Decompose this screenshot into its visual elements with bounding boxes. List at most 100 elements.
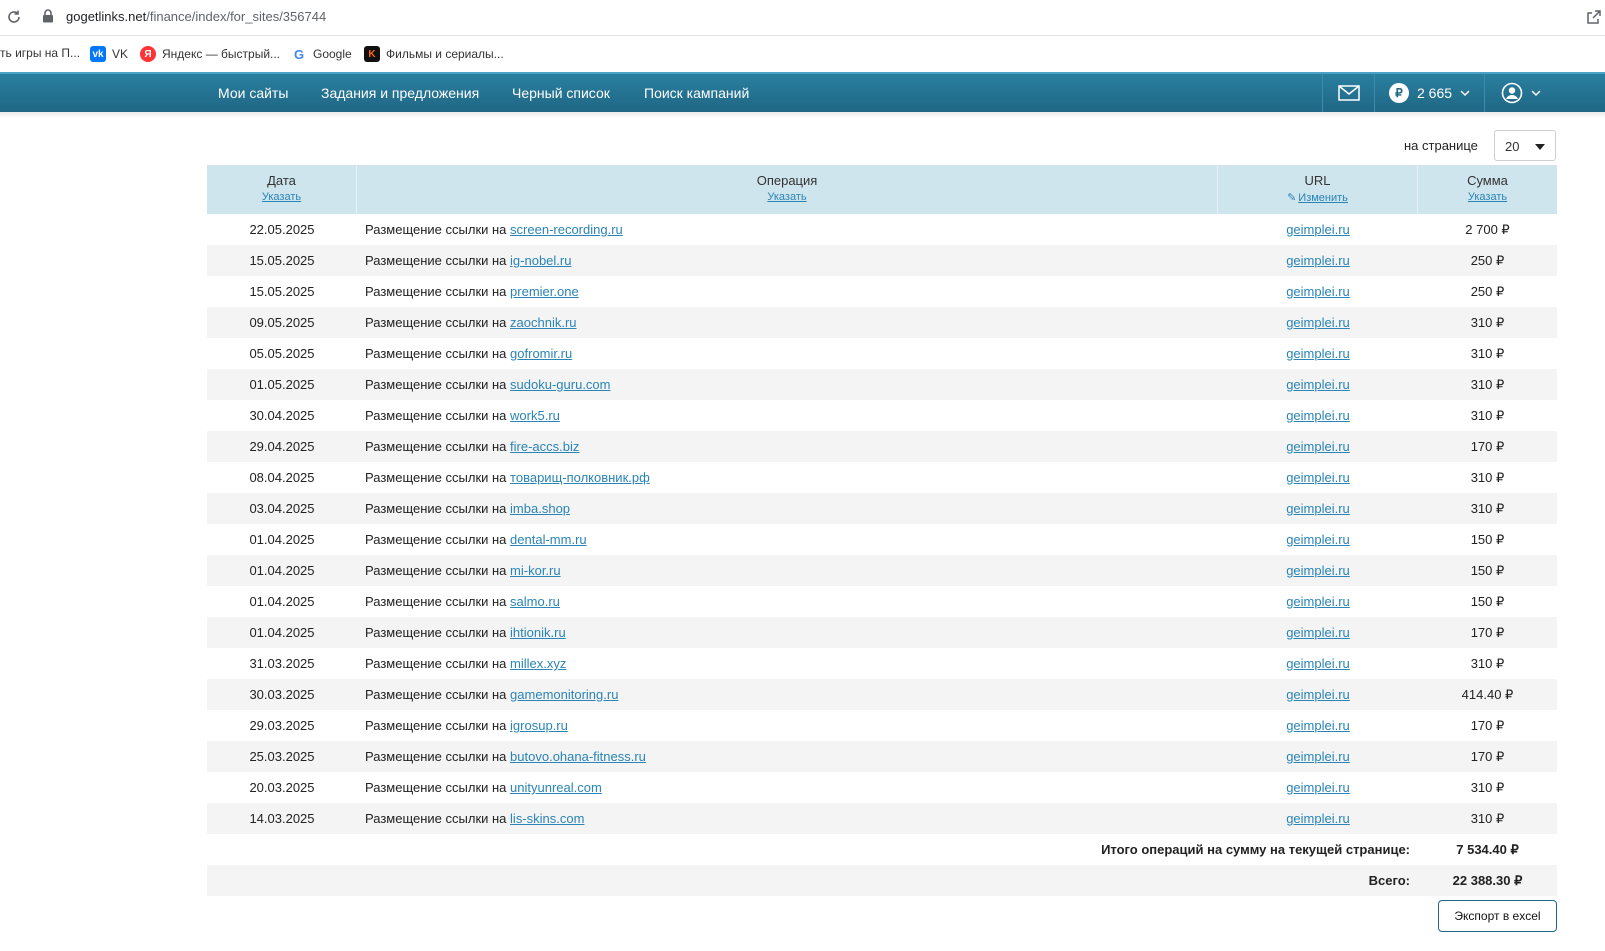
row-date: 15.05.2025 — [249, 253, 315, 268]
table-row: 05.05.2025 Размещение ссылки на gofromir… — [207, 338, 1557, 369]
row-date: 15.05.2025 — [249, 284, 315, 299]
row-operation: Размещение ссылки на butovo.ohana-fitnes… — [357, 749, 1218, 764]
bookmark-google[interactable]: G Google — [291, 46, 352, 62]
url-link[interactable]: geimplei.ru — [1286, 718, 1350, 733]
url-link[interactable]: geimplei.ru — [1286, 253, 1350, 268]
date-filter-link[interactable]: Указать — [207, 191, 356, 203]
url-link[interactable]: geimplei.ru — [1286, 563, 1350, 578]
url-link[interactable]: geimplei.ru — [1286, 532, 1350, 547]
bookmark-yandex[interactable]: Я Яндекс — быстрый... — [140, 46, 280, 62]
header-url-label: URL — [1304, 173, 1331, 188]
row-operation: Размещение ссылки на dental-mm.ru — [357, 532, 1218, 547]
site-link[interactable]: unityunreal.com — [510, 780, 602, 795]
row-url: geimplei.ru — [1218, 749, 1418, 764]
row-sum: 310 ₽ — [1470, 655, 1505, 671]
row-url: geimplei.ru — [1218, 408, 1418, 423]
url-link[interactable]: geimplei.ru — [1286, 408, 1350, 423]
table-row: 25.03.2025 Размещение ссылки на butovo.o… — [207, 741, 1557, 772]
export-excel-button[interactable]: Экспорт в excel — [1438, 900, 1557, 932]
table-row: 01.04.2025 Размещение ссылки на mi-kor.r… — [207, 555, 1557, 586]
table-row: 30.03.2025 Размещение ссылки на gamemoni… — [207, 679, 1557, 710]
operation-text: Размещение ссылки на — [365, 656, 507, 671]
url-link[interactable]: geimplei.ru — [1286, 687, 1350, 702]
site-link[interactable]: товарищ-полковник.рф — [510, 470, 650, 485]
yandex-icon: Я — [140, 46, 156, 62]
url-link[interactable]: geimplei.ru — [1286, 749, 1350, 764]
nav-tasks-offers[interactable]: Задания и предложения — [321, 85, 479, 101]
site-link[interactable]: dental-mm.ru — [510, 532, 587, 547]
messages-button[interactable] — [1322, 74, 1374, 112]
row-operation: Размещение ссылки на gofromir.ru — [357, 346, 1218, 361]
ruble-icon: ₽ — [1389, 83, 1409, 103]
nav-my-sites[interactable]: Мои сайты — [218, 85, 288, 101]
site-link[interactable]: gofromir.ru — [510, 346, 572, 361]
open-external-icon[interactable] — [1586, 9, 1602, 25]
sum-filter-link[interactable]: Указать — [1418, 191, 1557, 203]
site-link[interactable]: premier.one — [510, 284, 579, 299]
user-menu[interactable] — [1484, 74, 1605, 112]
finance-table: Дата Указать Операция Указать URL ✎ Измен… — [207, 165, 1557, 896]
site-link[interactable]: fire-accs.biz — [510, 439, 579, 454]
header-sum: Сумма Указать — [1418, 165, 1557, 214]
row-operation: Размещение ссылки на imba.shop — [357, 501, 1218, 516]
site-link[interactable]: igrosup.ru — [510, 718, 568, 733]
mail-icon — [1337, 85, 1360, 101]
url-link[interactable]: geimplei.ru — [1286, 811, 1350, 826]
site-link[interactable]: sudoku-guru.com — [510, 377, 610, 392]
operation-filter-link[interactable]: Указать — [357, 191, 1217, 203]
table-row: 29.04.2025 Размещение ссылки на fire-acc… — [207, 431, 1557, 462]
row-url: geimplei.ru — [1218, 656, 1418, 671]
url-link[interactable]: geimplei.ru — [1286, 501, 1350, 516]
site-link[interactable]: millex.xyz — [510, 656, 566, 671]
url-link[interactable]: geimplei.ru — [1286, 780, 1350, 795]
row-date: 01.05.2025 — [249, 377, 315, 392]
site-link[interactable]: gamemonitoring.ru — [510, 687, 618, 702]
site-link[interactable]: salmo.ru — [510, 594, 560, 609]
url-change-link[interactable]: ✎ Изменить — [1218, 191, 1417, 204]
table-row: 01.04.2025 Размещение ссылки на ihtionik… — [207, 617, 1557, 648]
vk-icon: vk — [90, 46, 106, 62]
url-link[interactable]: geimplei.ru — [1286, 346, 1350, 361]
table-row: 09.05.2025 Размещение ссылки на zaochnik… — [207, 307, 1557, 338]
url-link[interactable]: geimplei.ru — [1286, 222, 1350, 237]
site-link[interactable]: work5.ru — [510, 408, 560, 423]
operation-text: Размещение ссылки на — [365, 222, 507, 237]
nav-campaign-search[interactable]: Поиск кампаний — [644, 85, 749, 101]
operation-text: Размещение ссылки на — [365, 563, 507, 578]
page-total-label: Итого операций на сумму на текущей стран… — [1101, 842, 1410, 857]
site-link[interactable]: ig-nobel.ru — [510, 253, 571, 268]
reload-icon[interactable] — [6, 9, 22, 25]
per-page-select[interactable]: 20 — [1494, 130, 1556, 161]
bookmarks-bar: ть игры на П... vk VK Я Яндекс — быстрый… — [0, 36, 1605, 70]
url-link[interactable]: geimplei.ru — [1286, 625, 1350, 640]
site-link[interactable]: screen-recording.ru — [510, 222, 623, 237]
site-link[interactable]: imba.shop — [510, 501, 570, 516]
balance-dropdown[interactable]: ₽ 2 665 — [1374, 74, 1484, 112]
bookmark-vk[interactable]: vk VK — [90, 46, 128, 62]
row-date: 30.03.2025 — [249, 687, 315, 702]
bookmark-game[interactable]: ть игры на П... — [0, 46, 80, 60]
url-link[interactable]: geimplei.ru — [1286, 284, 1350, 299]
url-link[interactable]: geimplei.ru — [1286, 594, 1350, 609]
row-url: geimplei.ru — [1218, 253, 1418, 268]
site-link[interactable]: butovo.ohana-fitness.ru — [510, 749, 646, 764]
site-link[interactable]: mi-kor.ru — [510, 563, 561, 578]
url-link[interactable]: geimplei.ru — [1286, 470, 1350, 485]
url-link[interactable]: geimplei.ru — [1286, 439, 1350, 454]
row-url: geimplei.ru — [1218, 222, 1418, 237]
lock-icon[interactable] — [42, 9, 54, 23]
operation-text: Размещение ссылки на — [365, 501, 507, 516]
site-link[interactable]: zaochnik.ru — [510, 315, 576, 330]
url-link[interactable]: geimplei.ru — [1286, 377, 1350, 392]
url-link[interactable]: geimplei.ru — [1286, 656, 1350, 671]
row-operation: Размещение ссылки на screen-recording.ru — [357, 222, 1218, 237]
site-link[interactable]: lis-skins.com — [510, 811, 584, 826]
url-link[interactable]: geimplei.ru — [1286, 315, 1350, 330]
nav-blacklist[interactable]: Черный список — [512, 85, 610, 101]
row-date: 25.03.2025 — [249, 749, 315, 764]
site-link[interactable]: ihtionik.ru — [510, 625, 566, 640]
row-url: geimplei.ru — [1218, 780, 1418, 795]
url-input[interactable]: gogetlinks.net/finance/index/for_sites/3… — [66, 9, 326, 24]
row-url: geimplei.ru — [1218, 563, 1418, 578]
bookmark-movies[interactable]: K Фильмы и сериалы... — [364, 46, 504, 62]
